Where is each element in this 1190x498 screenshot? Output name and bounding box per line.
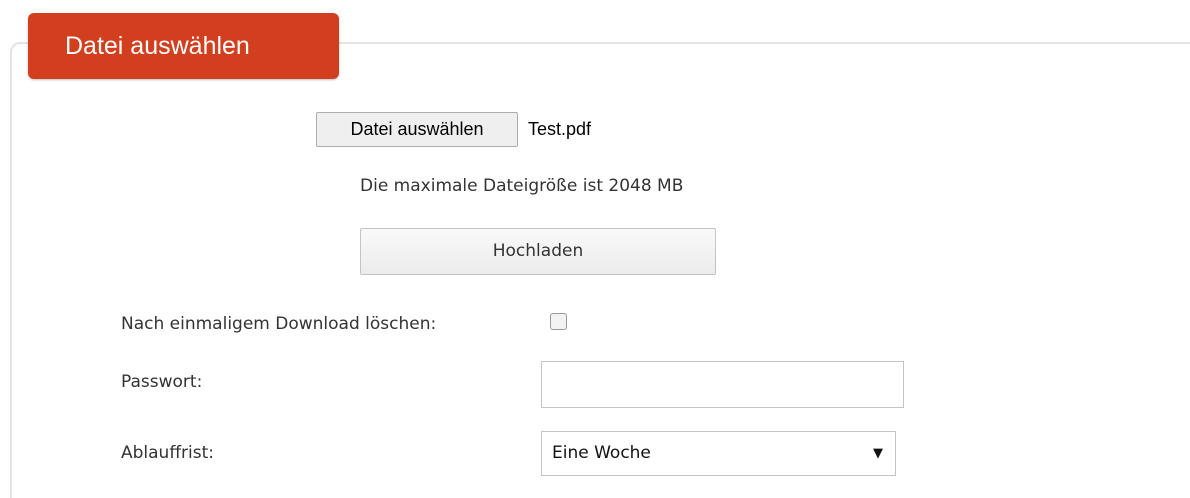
delete-after-download-checkbox[interactable] (550, 313, 567, 330)
password-label: Passwort: (121, 372, 203, 392)
selected-file-name: Test.pdf (528, 119, 592, 139)
upload-button[interactable]: Hochladen (360, 228, 716, 275)
dropdown-triangle-icon: ▼ (873, 446, 883, 461)
section-legend: Datei auswählen (28, 13, 339, 79)
password-input[interactable] (541, 361, 904, 408)
delete-after-download-label: Nach einmaligem Download löschen: (121, 314, 437, 334)
choose-file-button[interactable]: Datei auswählen (316, 112, 518, 147)
expiry-label: Ablauffrist: (121, 443, 215, 463)
expiry-select[interactable]: Eine Woche ▼ (541, 431, 896, 476)
max-file-size-note: Die maximale Dateigröße ist 2048 MB (360, 176, 684, 196)
expiry-selected-value: Eine Woche (552, 443, 651, 463)
